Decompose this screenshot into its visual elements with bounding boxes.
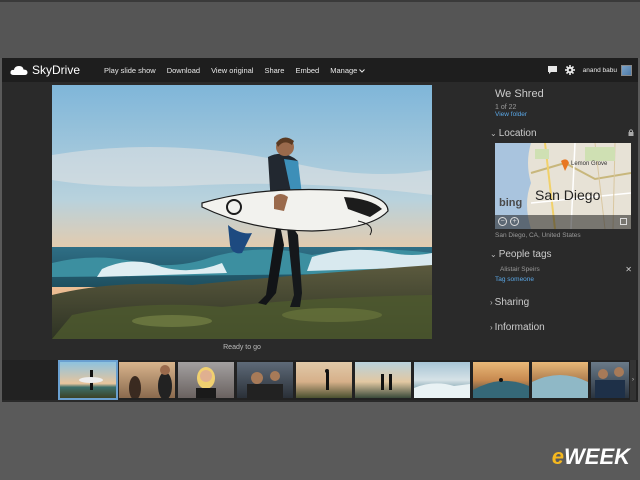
download-button[interactable]: Download: [167, 66, 200, 75]
thumbnail[interactable]: [414, 362, 470, 398]
thumbnail[interactable]: [237, 362, 293, 398]
chat-button[interactable]: [547, 66, 557, 74]
thumbnail[interactable]: [532, 362, 588, 398]
chat-icon: [547, 66, 557, 74]
skydrive-logo[interactable]: SkyDrive: [10, 62, 80, 78]
embed-button[interactable]: Embed: [295, 66, 319, 75]
expand-map-icon[interactable]: [620, 218, 627, 225]
tag-someone-link[interactable]: Tag someone: [495, 276, 638, 283]
chevron-down-icon: ⌄: [490, 250, 497, 259]
location-section-header[interactable]: ⌄ Location: [490, 128, 638, 139]
info-panel: We Shred 1 of 22 View folder ⌄ Location: [490, 82, 638, 358]
share-button[interactable]: Share: [264, 66, 284, 75]
photo-caption: Ready to go: [223, 344, 261, 351]
thumbnail[interactable]: [355, 362, 411, 398]
close-icon[interactable]: ✕: [625, 265, 632, 274]
surfer-photo-image: [52, 85, 432, 339]
lock-icon: [628, 128, 634, 139]
thumbnail[interactable]: [296, 362, 352, 398]
bing-logo: bing: [499, 197, 523, 209]
bottom-margin: eWEEK: [0, 402, 640, 480]
chevron-right-icon: ›: [490, 323, 493, 332]
eweek-watermark: eWEEK: [552, 444, 630, 470]
gear-icon: [564, 65, 575, 75]
play-slideshow-button[interactable]: Play slide show: [104, 66, 156, 75]
people-tags-section-header[interactable]: ⌄ People tags: [490, 249, 638, 260]
photo-count: 1 of 22: [495, 104, 517, 111]
thumbnail[interactable]: [178, 362, 234, 398]
tagged-person[interactable]: Alistair Speirs: [500, 266, 540, 273]
location-map[interactable]: Lemon Grove San Diego bing − +: [495, 143, 631, 229]
zoom-in-button[interactable]: +: [510, 217, 519, 226]
user-name[interactable]: anand babu: [583, 67, 617, 74]
sharing-section-header[interactable]: › Sharing: [490, 297, 638, 308]
thumbnail[interactable]: [58, 360, 118, 400]
cloud-icon: [10, 65, 28, 75]
thumbnail[interactable]: [119, 362, 175, 398]
map-city-label: San Diego: [535, 187, 601, 203]
location-heading: Location: [498, 128, 537, 139]
location-address: San Diego, CA, United States: [495, 232, 581, 239]
settings-button[interactable]: [564, 65, 575, 75]
chevron-right-icon: ›: [490, 298, 493, 307]
top-margin: [0, 0, 640, 58]
manage-menu[interactable]: Manage: [330, 65, 366, 75]
information-heading: Information: [494, 322, 545, 333]
thumbnail[interactable]: [473, 362, 529, 398]
main-photo[interactable]: [52, 85, 432, 339]
chevron-down-icon: ⌄: [490, 129, 497, 138]
thumbnail[interactable]: [591, 362, 629, 398]
information-section-header[interactable]: › Information: [490, 322, 638, 333]
screenshot-frame: SkyDrive Play slide show Download View o…: [0, 0, 640, 480]
avatar[interactable]: [621, 64, 632, 76]
chevron-down-icon: [359, 68, 366, 73]
command-menu: Play slide show Download View original S…: [104, 58, 376, 82]
manage-label: Manage: [330, 65, 358, 75]
map-place-label: Lemon Grove: [571, 161, 608, 167]
album-title: We Shred: [495, 88, 544, 100]
people-tags-heading: People tags: [498, 249, 552, 260]
top-bar: SkyDrive Play slide show Download View o…: [2, 58, 638, 82]
watermark-prefix: e: [551, 444, 564, 469]
view-original-button[interactable]: View original: [211, 66, 253, 75]
filmstrip: ›: [2, 360, 638, 400]
view-folder-link[interactable]: View folder: [495, 111, 638, 118]
skydrive-app: SkyDrive Play slide show Download View o…: [2, 58, 638, 402]
people-tag-item: Alistair Speirs ✕: [500, 265, 632, 274]
brand-name: SkyDrive: [32, 63, 81, 77]
watermark-rest: WEEK: [564, 444, 630, 469]
map-controls: − +: [495, 215, 631, 229]
zoom-out-button[interactable]: −: [498, 217, 507, 226]
sharing-heading: Sharing: [494, 297, 530, 308]
top-right-tools: anand babu: [540, 58, 632, 82]
filmstrip-next-button[interactable]: ›: [630, 360, 636, 400]
